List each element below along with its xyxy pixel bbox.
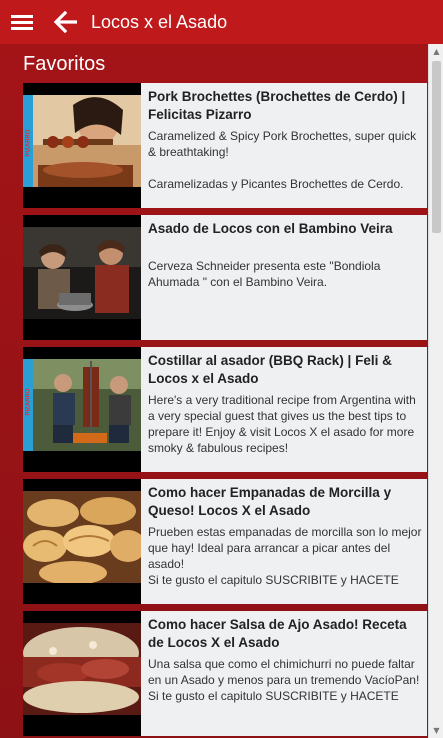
hamburger-menu-icon[interactable] bbox=[11, 14, 33, 30]
video-thumbnail: PIZARRO bbox=[23, 347, 141, 472]
video-description: Prueben estas empanadas de morcilla son … bbox=[148, 525, 422, 587]
video-description: Una salsa que como el chimichurri no pue… bbox=[148, 657, 420, 703]
video-thumbnail bbox=[23, 479, 141, 604]
back-arrow-icon[interactable] bbox=[54, 11, 78, 33]
favorites-panel: Favoritos PIZARRO Pork Brochettes (Broch… bbox=[0, 44, 428, 738]
thumbnail-label: PIZARRO bbox=[25, 129, 31, 157]
video-list: PIZARRO Pork Brochettes (Brochettes de C… bbox=[23, 83, 427, 738]
app-bar: Locos x el Asado bbox=[0, 0, 443, 44]
video-card[interactable]: Como hacer Salsa de Ajo Asado! Receta de… bbox=[23, 611, 427, 736]
video-description: Here's a very traditional recipe from Ar… bbox=[148, 393, 416, 455]
video-title: Costillar al asador (BBQ Rack) | Feli & … bbox=[148, 353, 392, 386]
scroll-down-arrow-icon[interactable]: ▼ bbox=[429, 723, 443, 738]
video-card[interactable]: PIZARRO Pork Brochettes (Brochettes de C… bbox=[23, 83, 427, 208]
video-description: Cerveza Schneider presenta este "Bondiol… bbox=[148, 259, 381, 289]
video-thumbnail: PIZARRO bbox=[23, 83, 141, 208]
thumbnail-label: PIZARRO bbox=[25, 388, 31, 416]
video-card[interactable]: Como hacer Empanadas de Morcilla y Queso… bbox=[23, 479, 427, 604]
video-title: Como hacer Salsa de Ajo Asado! Receta de… bbox=[148, 617, 407, 650]
video-card[interactable]: PIZARRO Costillar al asador (BBQ Rack) |… bbox=[23, 347, 427, 472]
scroll-up-arrow-icon[interactable]: ▲ bbox=[429, 44, 443, 59]
video-title: Asado de Locos con el Bambino Veira bbox=[148, 221, 393, 236]
video-description: Caramelized & Spicy Pork Brochettes, sup… bbox=[148, 129, 417, 191]
video-card[interactable]: Asado de Locos con el Bambino Veira Cerv… bbox=[23, 215, 427, 340]
section-title: Favoritos bbox=[23, 53, 106, 75]
app-title: Locos x el Asado bbox=[91, 11, 228, 32]
video-title: Como hacer Empanadas de Morcilla y Queso… bbox=[148, 485, 392, 518]
video-thumbnail bbox=[23, 611, 141, 736]
vertical-scrollbar[interactable]: ▲ ▼ bbox=[428, 44, 443, 738]
video-thumbnail bbox=[23, 215, 141, 340]
video-title: Pork Brochettes (Brochettes de Cerdo) | … bbox=[148, 89, 406, 122]
scrollbar-thumb[interactable] bbox=[432, 61, 441, 233]
